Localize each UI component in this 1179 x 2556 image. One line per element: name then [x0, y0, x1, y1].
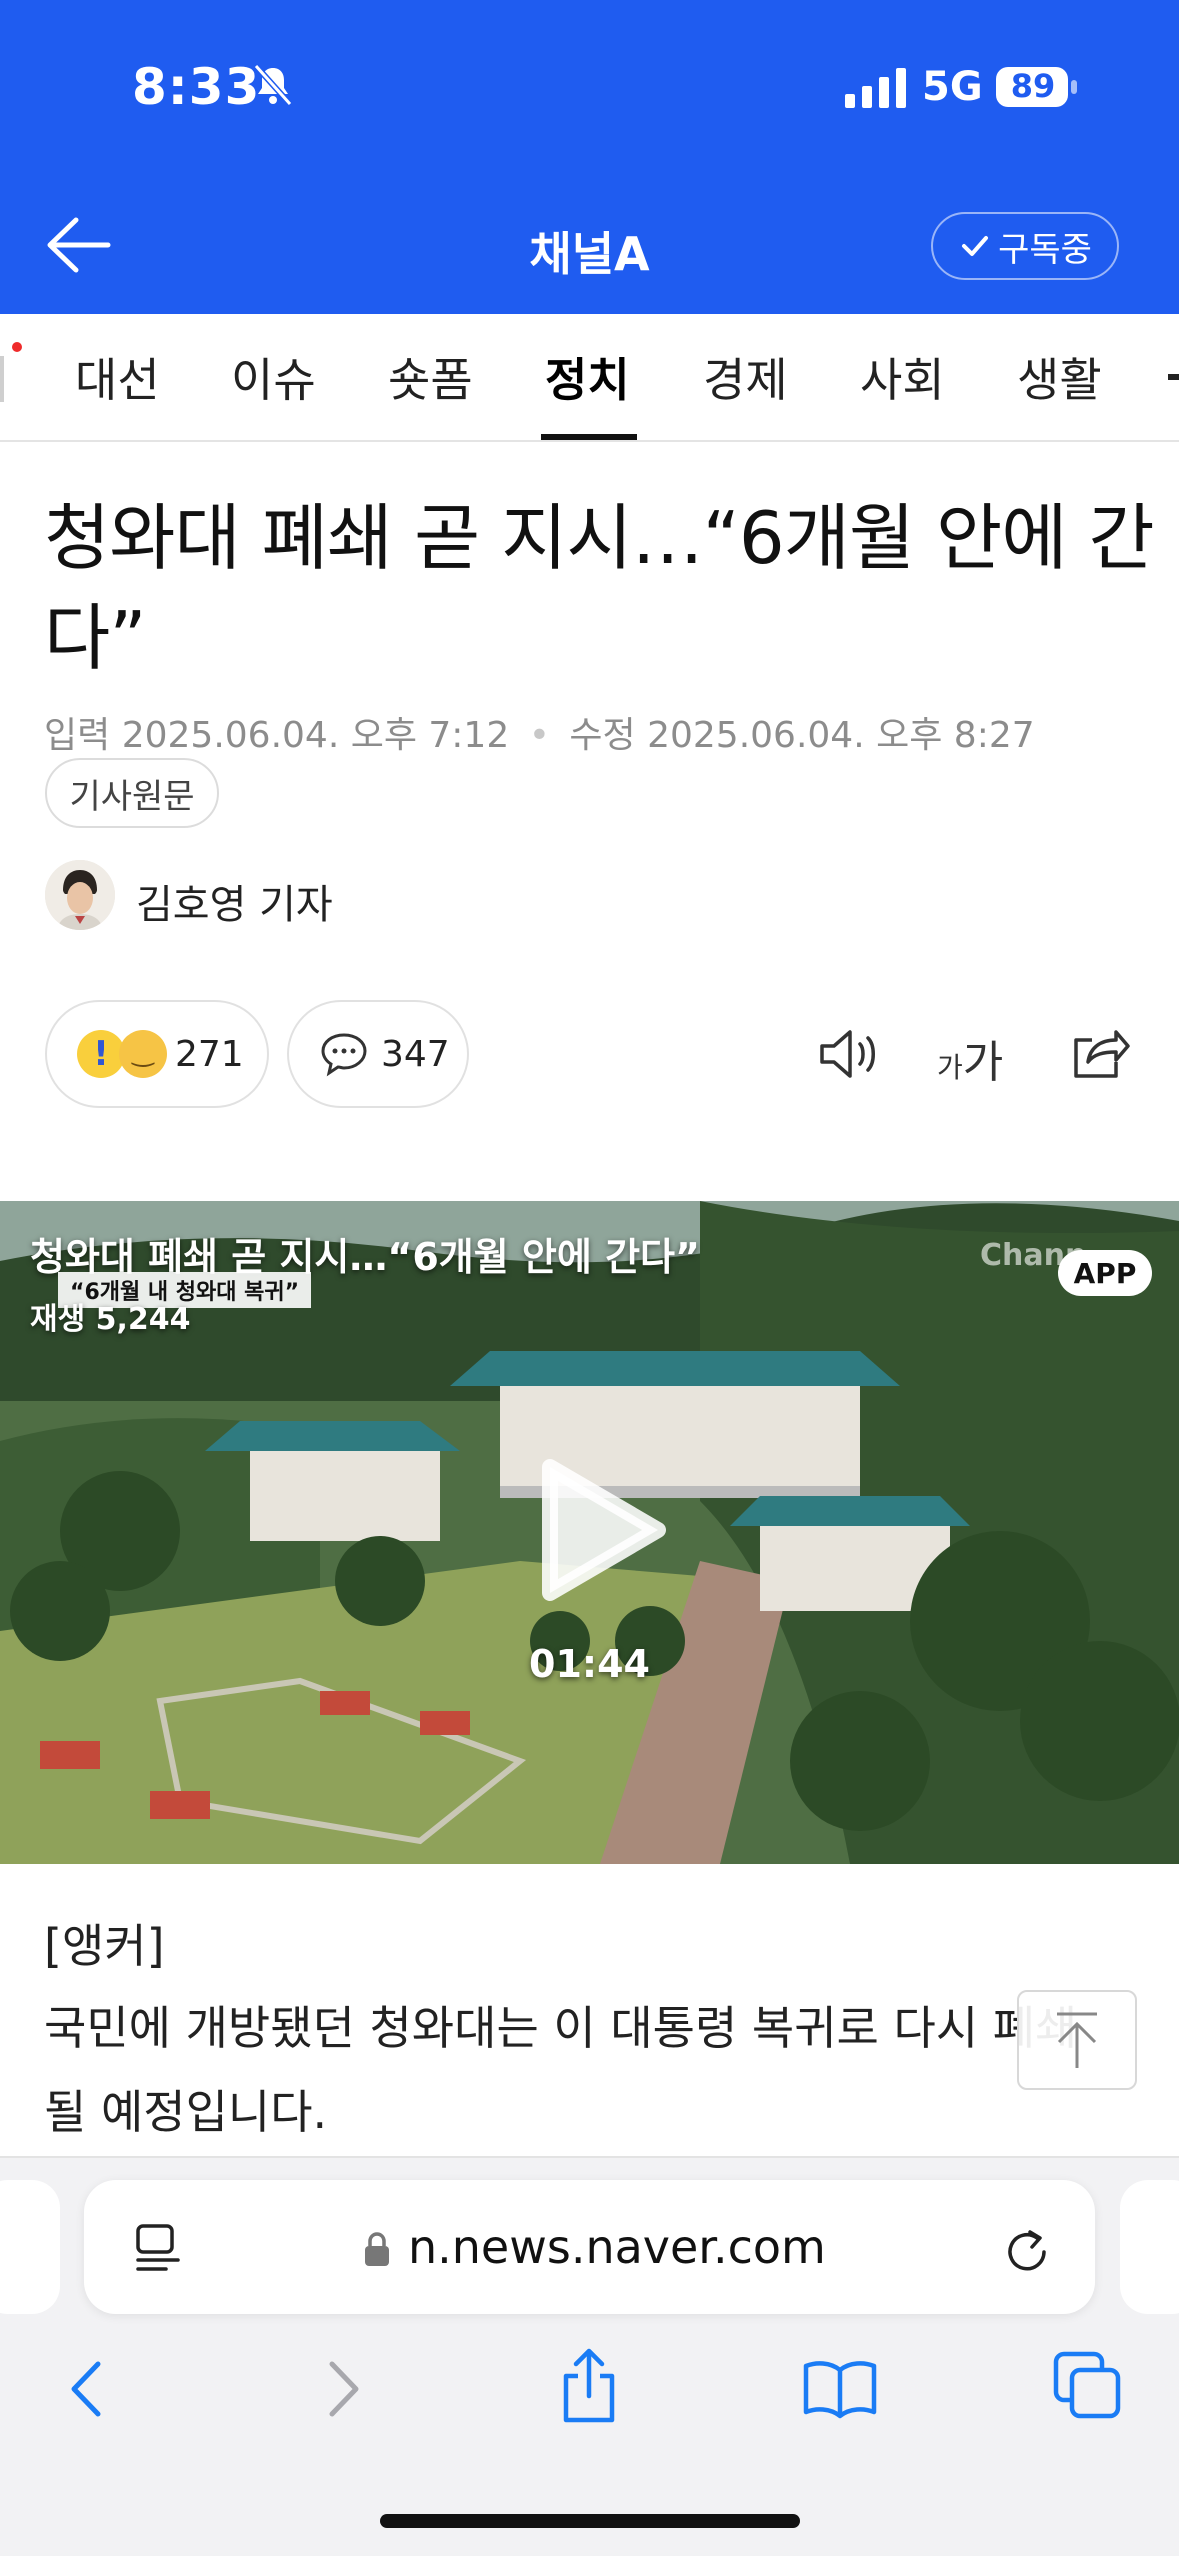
active-tab-indicator — [541, 434, 637, 440]
battery-level: 89 — [1010, 67, 1056, 105]
reload-icon[interactable] — [1000, 2222, 1056, 2278]
tab-life[interactable]: 생활 — [1017, 344, 1102, 410]
video-play-count: 재생 5,244 — [30, 1302, 191, 1337]
tab-overflow-hint — [1168, 374, 1179, 380]
video-duration: 01:44 — [529, 1642, 650, 1686]
signal-icon — [845, 68, 906, 108]
edit-date: 2025.06.04. 오후 8:27 — [647, 715, 1035, 756]
reporter-name[interactable]: 김호영 기자 — [136, 872, 333, 930]
home-indicator — [380, 2514, 800, 2528]
bell-slash-icon — [253, 63, 293, 107]
tab-edge-fade — [0, 356, 4, 402]
bookmarks-icon[interactable] — [800, 2356, 880, 2422]
input-label: 입력 — [44, 715, 111, 756]
reporter-photo — [45, 860, 115, 930]
tab-shortform[interactable]: 숏폼 — [388, 344, 473, 410]
smile-emoji-icon — [119, 1030, 167, 1078]
font-size-large-label: 가 — [962, 1037, 1004, 1088]
font-size-small-label: 가 — [937, 1051, 963, 1084]
original-article-button[interactable]: 기사원문 — [45, 758, 219, 828]
comment-count: 347 — [381, 1033, 450, 1075]
surprise-emoji-icon — [77, 1030, 125, 1078]
browser-forward-icon[interactable] — [318, 2356, 368, 2422]
article-meta: 입력 2025.06.04. 오후 7:12 • 수정 2025.06.04. … — [44, 706, 1035, 758]
article-body: 국민에 개방됐던 청와대는 이 대통령 복귀로 다시 폐쇄될 예정입니다. — [44, 2001, 1078, 2139]
reporter-avatar[interactable] — [45, 860, 115, 930]
network-type: 5G — [922, 64, 983, 110]
tabs-overview-icon[interactable] — [1052, 2350, 1124, 2422]
previous-tab-preview[interactable] — [0, 2180, 60, 2314]
edit-label: 수정 — [569, 715, 636, 756]
app-badge[interactable]: APP — [1058, 1250, 1152, 1296]
status-time: 8:33 — [132, 58, 261, 116]
category-tabs: 대선 이슈 숏폼 정치 경제 사회 생활 — [0, 314, 1179, 442]
font-size-button[interactable]: 가가 — [937, 1026, 1003, 1090]
tab-society[interactable]: 사회 — [860, 344, 945, 410]
article-headline: 청와대 폐쇄 곧 지시…“6개월 안에 간다” — [44, 496, 1155, 680]
tab-politics[interactable]: 정치 — [545, 344, 630, 410]
subscribe-label: 구독중 — [998, 229, 1092, 270]
comment-button[interactable]: 347 — [287, 1000, 469, 1108]
check-icon — [962, 236, 989, 256]
browser-back-icon[interactable] — [62, 2356, 112, 2422]
tab-economy[interactable]: 경제 — [703, 344, 788, 410]
lock-icon — [365, 2232, 389, 2266]
new-dot-indicator — [12, 342, 22, 352]
reaction-button[interactable]: 271 — [45, 1000, 269, 1108]
scroll-to-top-button[interactable] — [1017, 1990, 1137, 2090]
input-date: 2025.06.04. 오후 7:12 — [121, 715, 510, 756]
comment-icon — [321, 1033, 367, 1077]
next-tab-preview[interactable] — [1120, 2180, 1179, 2314]
meta-separator: • — [528, 715, 550, 756]
anchor-label: [앵커] — [44, 1919, 165, 1973]
subscribe-button[interactable]: 구독중 — [931, 212, 1119, 280]
tab-issue[interactable]: 이슈 — [231, 344, 316, 410]
share-icon[interactable] — [1068, 1022, 1130, 1082]
reaction-count: 271 — [175, 1033, 244, 1075]
url-text[interactable]: n.news.naver.com — [408, 2220, 826, 2274]
play-icon[interactable] — [530, 1455, 670, 1605]
speaker-icon[interactable] — [818, 1026, 880, 1082]
browser-share-icon[interactable] — [556, 2346, 622, 2426]
tab-election[interactable]: 대선 — [75, 344, 160, 410]
arrow-up-icon — [1057, 2012, 1097, 2068]
reader-mode-icon[interactable] — [132, 2222, 184, 2274]
